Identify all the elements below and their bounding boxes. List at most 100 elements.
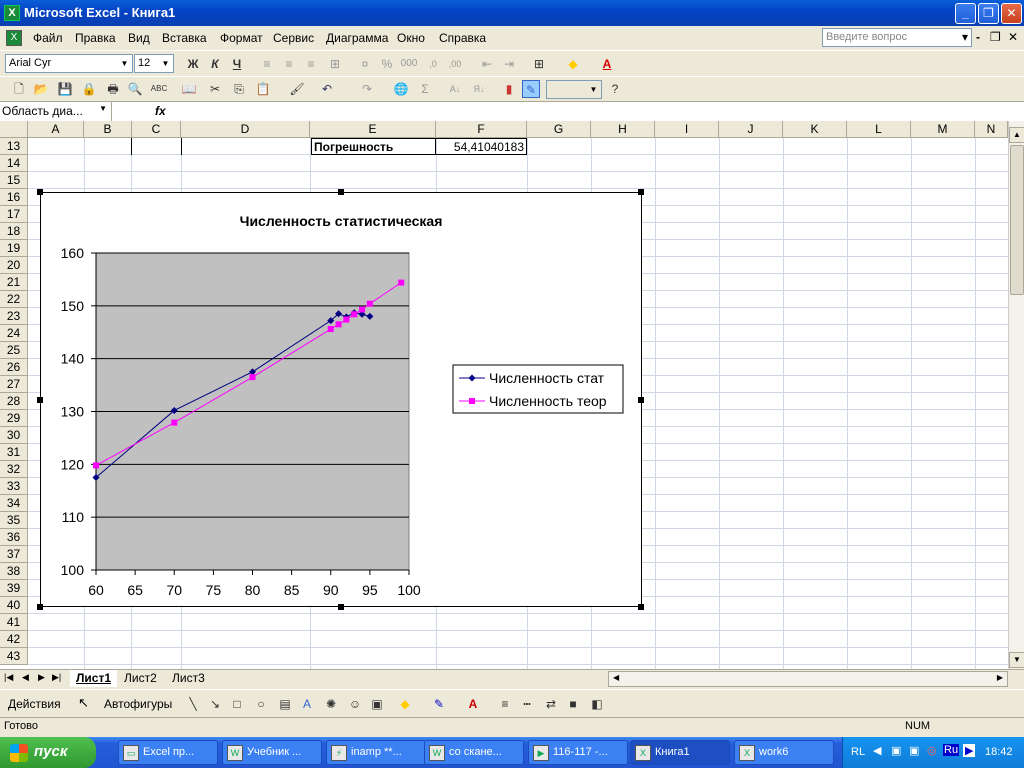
column-header[interactable]: E — [310, 121, 436, 138]
new-icon[interactable]: 🗋 — [10, 80, 28, 98]
autosum-icon[interactable]: Σ — [416, 80, 434, 98]
row-header[interactable]: 39 — [0, 580, 28, 597]
row-header[interactable]: 35 — [0, 512, 28, 529]
cell-f13[interactable]: 54,41040183 — [436, 138, 527, 155]
maximize-button[interactable]: ❐ — [978, 3, 999, 24]
column-header[interactable]: F — [436, 121, 527, 138]
font-size-combo[interactable]: 12 ▼ — [134, 54, 174, 73]
menu-window[interactable]: Окно — [397, 31, 425, 45]
chart-wizard-icon[interactable]: ▮ — [500, 80, 518, 98]
resize-handle[interactable] — [37, 189, 43, 195]
diagram-icon[interactable]: ✺ — [322, 695, 340, 713]
antivirus-icon[interactable]: ◎ — [927, 744, 937, 757]
excel-app-icon[interactable]: X — [4, 5, 20, 21]
line-icon[interactable]: ╲ — [184, 695, 202, 713]
autoshapes-menu[interactable]: Автофигуры — [104, 697, 172, 711]
help-dropdown-icon[interactable]: ▾ — [962, 30, 968, 44]
row-header[interactable]: 41 — [0, 614, 28, 631]
last-sheet-icon[interactable]: ▶| — [52, 672, 61, 683]
media-player-icon[interactable]: ▶ — [963, 744, 976, 757]
font-color-icon[interactable]: A — [464, 695, 482, 713]
horizontal-scrollbar[interactable]: ◀ ▶ — [608, 671, 1008, 687]
italic-icon[interactable]: К — [206, 55, 224, 73]
sheet-tab-3[interactable]: Лист3 — [166, 670, 211, 687]
menu-insert[interactable]: Вставка — [162, 31, 207, 45]
taskbar-item[interactable]: Xwork6 — [734, 740, 834, 765]
name-box[interactable]: Область диа... ▼ — [0, 102, 112, 121]
cell-e13[interactable]: Погрешность — [311, 138, 436, 155]
align-right-icon[interactable]: ≡ — [302, 55, 320, 73]
row-header[interactable]: 22 — [0, 291, 28, 308]
row-header[interactable]: 34 — [0, 495, 28, 512]
menu-view[interactable]: Вид — [128, 31, 150, 45]
row-header[interactable]: 29 — [0, 410, 28, 427]
scroll-thumb[interactable] — [1010, 145, 1024, 295]
taskbar-item[interactable]: X Книга1 — [630, 740, 730, 765]
insert-function-icon[interactable]: fx — [155, 104, 166, 118]
align-left-icon[interactable]: ≡ — [258, 55, 276, 73]
percent-icon[interactable]: % — [378, 55, 396, 73]
workbook-icon[interactable]: X — [6, 30, 22, 46]
menu-tools[interactable]: Сервис — [273, 31, 314, 45]
row-header[interactable]: 19 — [0, 240, 28, 257]
drawing-icon[interactable]: ✎ — [522, 80, 540, 98]
menu-help[interactable]: Справка — [439, 31, 486, 45]
row-header[interactable]: 18 — [0, 223, 28, 240]
print-icon[interactable]: 🖶 — [104, 80, 122, 98]
help-question-input[interactable]: Введите вопрос — [822, 28, 972, 47]
sort-ascending-icon[interactable]: A↓ — [446, 80, 464, 98]
row-header[interactable]: 26 — [0, 359, 28, 376]
column-header[interactable]: L — [847, 121, 911, 138]
scroll-right-icon[interactable]: ▶ — [997, 673, 1003, 682]
row-header[interactable]: 20 — [0, 257, 28, 274]
vertical-scrollbar[interactable]: ▲ ▼ — [1008, 121, 1024, 669]
line-color-icon[interactable]: ✎ — [430, 695, 448, 713]
redo-icon[interactable]: ↷ — [358, 80, 376, 98]
row-header[interactable]: 42 — [0, 631, 28, 648]
resize-handle[interactable] — [338, 604, 344, 610]
chevron-down-icon[interactable]: ▼ — [118, 56, 131, 71]
fill-color-icon[interactable]: ◆ — [564, 55, 582, 73]
taskbar-item[interactable]: Wсо скане... — [424, 740, 524, 765]
picture-icon[interactable]: ▣ — [368, 695, 386, 713]
resize-handle[interactable] — [37, 604, 43, 610]
row-header[interactable]: 16 — [0, 189, 28, 206]
line-style-icon[interactable]: ≡ — [496, 695, 514, 713]
text-box-icon[interactable]: ▤ — [276, 695, 294, 713]
decrease-decimal-icon[interactable]: ,00 — [446, 55, 464, 73]
column-header[interactable]: N — [975, 121, 1008, 138]
arrow-style-icon[interactable]: ⇄ — [542, 695, 560, 713]
doc-close-icon[interactable]: ✕ — [1008, 30, 1018, 44]
oval-icon[interactable]: ○ — [252, 695, 270, 713]
row-header[interactable]: 15 — [0, 172, 28, 189]
language-indicator[interactable]: RL — [851, 746, 865, 758]
column-header[interactable]: K — [783, 121, 847, 138]
taskbar-item[interactable]: ▶ 116-117 -... — [528, 740, 628, 765]
sheet-tab-1[interactable]: Лист1 — [70, 670, 118, 687]
chevron-down-icon[interactable]: ▼ — [99, 104, 107, 113]
row-header[interactable]: 13 — [0, 138, 28, 155]
shadow-icon[interactable]: ■ — [564, 695, 582, 713]
save-icon[interactable]: 💾 — [56, 80, 74, 98]
decrease-indent-icon[interactable]: ⇤ — [478, 55, 496, 73]
resize-handle[interactable] — [638, 397, 644, 403]
rectangle-icon[interactable]: □ — [228, 695, 246, 713]
column-header[interactable]: B — [84, 121, 132, 138]
help-icon[interactable]: ? — [606, 80, 624, 98]
row-header[interactable]: 27 — [0, 376, 28, 393]
keyboard-layout-icon[interactable]: Ru — [943, 744, 960, 756]
first-sheet-icon[interactable]: |◀ — [4, 672, 13, 683]
menu-file[interactable]: Файл — [33, 31, 63, 45]
column-header[interactable]: C — [132, 121, 181, 138]
resize-handle[interactable] — [37, 397, 43, 403]
fill-color-icon[interactable]: ◆ — [396, 695, 414, 713]
row-header[interactable]: 33 — [0, 478, 28, 495]
bold-icon[interactable]: Ж — [184, 55, 202, 73]
zoom-combo[interactable]: ▼ — [546, 80, 602, 99]
minimize-button[interactable]: _ — [955, 3, 976, 24]
copy-icon[interactable]: ⎘ — [230, 80, 248, 98]
merge-center-icon[interactable]: ⊞ — [326, 55, 344, 73]
spelling-icon[interactable]: ABC — [150, 80, 168, 98]
column-header[interactable]: G — [527, 121, 591, 138]
dash-style-icon[interactable]: ┅ — [518, 695, 536, 713]
